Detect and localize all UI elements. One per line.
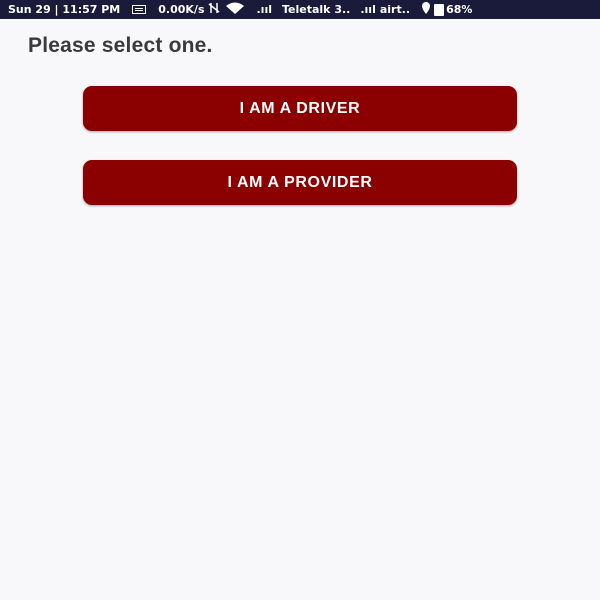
wifi-icon [225,2,245,17]
status-network-speed: 0.00K/s [158,3,205,16]
driver-button[interactable]: I AM A DRIVER [83,86,517,131]
signal-strength-2: .ııl [360,3,376,16]
vibrate-icon [207,2,221,17]
carrier-1: Teletalk 3.. [282,3,351,16]
provider-button[interactable]: I AM A PROVIDER [83,160,517,205]
signal-strength-1: .ııl [256,3,273,16]
carrier-2: airt.. [379,3,411,16]
page-title: Please select one. [28,34,213,57]
status-datetime: Sun 29 | 11:57 PM [8,3,121,16]
status-bar: Sun 29 | 11:57 PM 0.00K/s .ııl Teletalk … [0,0,600,19]
battery-percent: 68% [446,3,473,16]
message-icon [132,5,147,14]
battery-icon [434,3,445,16]
location-icon [422,2,431,17]
